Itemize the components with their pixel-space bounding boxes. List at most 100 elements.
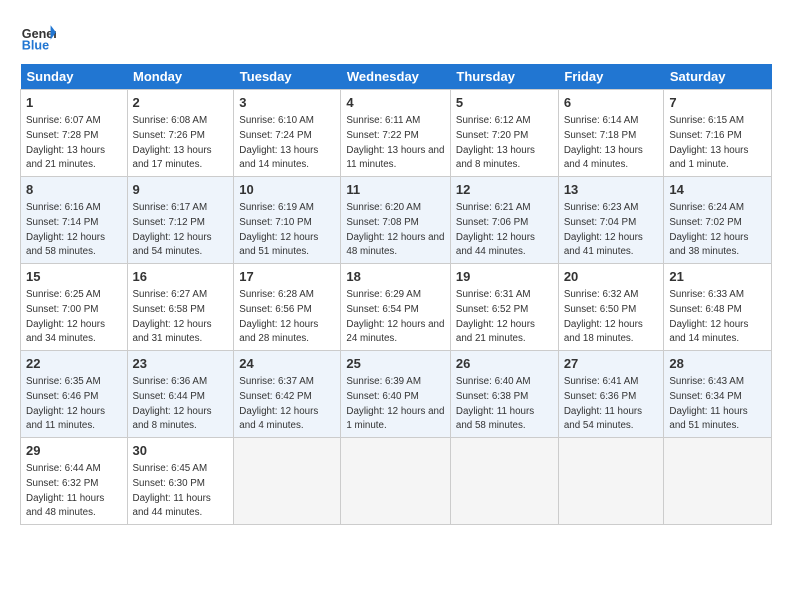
- calendar-cell: [450, 438, 558, 525]
- page-header: General Blue: [20, 18, 772, 54]
- day-number: 8: [26, 181, 122, 199]
- calendar-cell: 25 Sunrise: 6:39 AMSunset: 6:40 PMDayligh…: [341, 351, 451, 438]
- calendar-cell: 6 Sunrise: 6:14 AMSunset: 7:18 PMDaylight…: [558, 90, 664, 177]
- day-info: Sunrise: 6:21 AMSunset: 7:06 PMDaylight:…: [456, 202, 535, 257]
- day-number: 2: [133, 94, 229, 112]
- calendar-cell: 20 Sunrise: 6:32 AMSunset: 6:50 PMDayligh…: [558, 264, 664, 351]
- calendar-cell: 15 Sunrise: 6:25 AMSunset: 7:00 PMDayligh…: [21, 264, 128, 351]
- svg-text:Blue: Blue: [22, 39, 49, 53]
- day-info: Sunrise: 6:20 AMSunset: 7:08 PMDaylight:…: [346, 202, 444, 257]
- day-info: Sunrise: 6:45 AMSunset: 6:30 PMDaylight:…: [133, 463, 211, 518]
- day-number: 28: [669, 355, 766, 373]
- calendar-cell: 28 Sunrise: 6:43 AMSunset: 6:34 PMDayligh…: [664, 351, 772, 438]
- day-info: Sunrise: 6:36 AMSunset: 6:44 PMDaylight:…: [133, 376, 212, 431]
- day-number: 17: [239, 268, 335, 286]
- day-number: 27: [564, 355, 659, 373]
- calendar-cell: 19 Sunrise: 6:31 AMSunset: 6:52 PMDayligh…: [450, 264, 558, 351]
- calendar-cell: 17 Sunrise: 6:28 AMSunset: 6:56 PMDayligh…: [234, 264, 341, 351]
- day-number: 26: [456, 355, 553, 373]
- day-info: Sunrise: 6:19 AMSunset: 7:10 PMDaylight:…: [239, 202, 318, 257]
- day-number: 24: [239, 355, 335, 373]
- calendar-cell: [234, 438, 341, 525]
- day-info: Sunrise: 6:15 AMSunset: 7:16 PMDaylight:…: [669, 115, 748, 170]
- calendar-cell: 30 Sunrise: 6:45 AMSunset: 6:30 PMDayligh…: [127, 438, 234, 525]
- calendar-cell: 23Sunrise: 6:36 AMSunset: 6:44 PMDayligh…: [127, 351, 234, 438]
- day-number: 4: [346, 94, 445, 112]
- day-info: Sunrise: 6:24 AMSunset: 7:02 PMDaylight:…: [669, 202, 748, 257]
- col-header-wednesday: Wednesday: [341, 64, 451, 90]
- calendar-cell: 26 Sunrise: 6:40 AMSunset: 6:38 PMDayligh…: [450, 351, 558, 438]
- day-number: 12: [456, 181, 553, 199]
- calendar-cell: 12 Sunrise: 6:21 AMSunset: 7:06 PMDayligh…: [450, 177, 558, 264]
- calendar-week-5: 29 Sunrise: 6:44 AMSunset: 6:32 PMDayligh…: [21, 438, 772, 525]
- day-info: Sunrise: 6:10 AMSunset: 7:24 PMDaylight:…: [239, 115, 318, 170]
- day-info: Sunrise: 6:37 AMSunset: 6:42 PMDaylight:…: [239, 376, 318, 431]
- calendar-cell: 7 Sunrise: 6:15 AMSunset: 7:16 PMDaylight…: [664, 90, 772, 177]
- calendar-week-2: 8 Sunrise: 6:16 AMSunset: 7:14 PMDaylight…: [21, 177, 772, 264]
- calendar-cell: 21 Sunrise: 6:33 AMSunset: 6:48 PMDayligh…: [664, 264, 772, 351]
- calendar-cell: 27 Sunrise: 6:41 AMSunset: 6:36 PMDayligh…: [558, 351, 664, 438]
- day-number: 10: [239, 181, 335, 199]
- day-number: 16: [133, 268, 229, 286]
- day-info: Sunrise: 6:12 AMSunset: 7:20 PMDaylight:…: [456, 115, 535, 170]
- day-info: Sunrise: 6:23 AMSunset: 7:04 PMDaylight:…: [564, 202, 643, 257]
- day-info: Sunrise: 6:14 AMSunset: 7:18 PMDaylight:…: [564, 115, 643, 170]
- day-info: Sunrise: 6:41 AMSunset: 6:36 PMDaylight:…: [564, 376, 642, 431]
- day-info: Sunrise: 6:35 AMSunset: 6:46 PMDaylight:…: [26, 376, 105, 431]
- calendar-cell: 18 Sunrise: 6:29 AMSunset: 6:54 PMDayligh…: [341, 264, 451, 351]
- col-header-thursday: Thursday: [450, 64, 558, 90]
- day-number: 5: [456, 94, 553, 112]
- day-number: 19: [456, 268, 553, 286]
- calendar-cell: 16 Sunrise: 6:27 AMSunset: 6:58 PMDayligh…: [127, 264, 234, 351]
- calendar-cell: 11 Sunrise: 6:20 AMSunset: 7:08 PMDayligh…: [341, 177, 451, 264]
- day-number: 1: [26, 94, 122, 112]
- day-info: Sunrise: 6:33 AMSunset: 6:48 PMDaylight:…: [669, 289, 748, 344]
- calendar-cell: 29 Sunrise: 6:44 AMSunset: 6:32 PMDayligh…: [21, 438, 128, 525]
- day-number: 22: [26, 355, 122, 373]
- calendar-cell: 14 Sunrise: 6:24 AMSunset: 7:02 PMDayligh…: [664, 177, 772, 264]
- day-info: Sunrise: 6:17 AMSunset: 7:12 PMDaylight:…: [133, 202, 212, 257]
- day-info: Sunrise: 6:25 AMSunset: 7:00 PMDaylight:…: [26, 289, 105, 344]
- day-info: Sunrise: 6:39 AMSunset: 6:40 PMDaylight:…: [346, 376, 444, 431]
- day-number: 30: [133, 442, 229, 460]
- day-number: 13: [564, 181, 659, 199]
- calendar-cell: [558, 438, 664, 525]
- logo: General Blue: [20, 18, 56, 54]
- calendar-cell: 8 Sunrise: 6:16 AMSunset: 7:14 PMDaylight…: [21, 177, 128, 264]
- day-number: 29: [26, 442, 122, 460]
- calendar-week-3: 15 Sunrise: 6:25 AMSunset: 7:00 PMDayligh…: [21, 264, 772, 351]
- col-header-sunday: Sunday: [21, 64, 128, 90]
- day-number: 20: [564, 268, 659, 286]
- day-number: 15: [26, 268, 122, 286]
- day-info: Sunrise: 6:11 AMSunset: 7:22 PMDaylight:…: [346, 115, 444, 170]
- day-info: Sunrise: 6:44 AMSunset: 6:32 PMDaylight:…: [26, 463, 104, 518]
- day-info: Sunrise: 6:40 AMSunset: 6:38 PMDaylight:…: [456, 376, 534, 431]
- calendar-cell: 1Sunrise: 6:07 AMSunset: 7:28 PMDaylight…: [21, 90, 128, 177]
- day-number: 9: [133, 181, 229, 199]
- calendar-cell: 9 Sunrise: 6:17 AMSunset: 7:12 PMDaylight…: [127, 177, 234, 264]
- calendar-week-1: 1Sunrise: 6:07 AMSunset: 7:28 PMDaylight…: [21, 90, 772, 177]
- day-info: Sunrise: 6:16 AMSunset: 7:14 PMDaylight:…: [26, 202, 105, 257]
- col-header-saturday: Saturday: [664, 64, 772, 90]
- calendar-cell: 13 Sunrise: 6:23 AMSunset: 7:04 PMDayligh…: [558, 177, 664, 264]
- day-info: Sunrise: 6:28 AMSunset: 6:56 PMDaylight:…: [239, 289, 318, 344]
- day-number: 21: [669, 268, 766, 286]
- day-number: 11: [346, 181, 445, 199]
- day-number: 6: [564, 94, 659, 112]
- day-number: 7: [669, 94, 766, 112]
- calendar-cell: 24 Sunrise: 6:37 AMSunset: 6:42 PMDayligh…: [234, 351, 341, 438]
- day-info: Sunrise: 6:08 AMSunset: 7:26 PMDaylight:…: [133, 115, 212, 170]
- day-number: 14: [669, 181, 766, 199]
- day-number: 25: [346, 355, 445, 373]
- calendar-cell: 3 Sunrise: 6:10 AMSunset: 7:24 PMDaylight…: [234, 90, 341, 177]
- day-info: Sunrise: 6:32 AMSunset: 6:50 PMDaylight:…: [564, 289, 643, 344]
- day-info: Sunrise: 6:29 AMSunset: 6:54 PMDaylight:…: [346, 289, 444, 344]
- calendar-table: SundayMondayTuesdayWednesdayThursdayFrid…: [20, 64, 772, 525]
- day-number: 18: [346, 268, 445, 286]
- day-info: Sunrise: 6:43 AMSunset: 6:34 PMDaylight:…: [669, 376, 747, 431]
- day-info: Sunrise: 6:27 AMSunset: 6:58 PMDaylight:…: [133, 289, 212, 344]
- col-header-monday: Monday: [127, 64, 234, 90]
- day-number: 3: [239, 94, 335, 112]
- calendar-cell: 5 Sunrise: 6:12 AMSunset: 7:20 PMDaylight…: [450, 90, 558, 177]
- day-info: Sunrise: 6:31 AMSunset: 6:52 PMDaylight:…: [456, 289, 535, 344]
